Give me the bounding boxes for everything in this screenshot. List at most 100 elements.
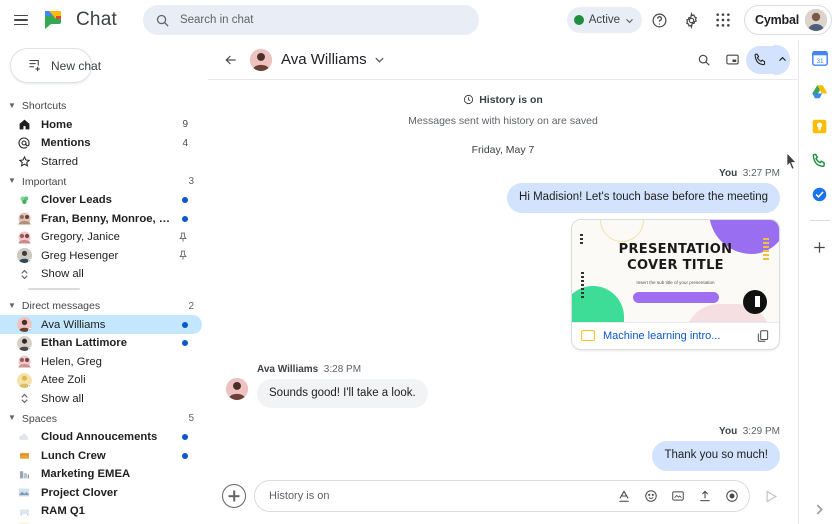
sidebar-item-clover-leads[interactable]: Clover Leads <box>0 191 202 210</box>
drive-attach-icon[interactable] <box>725 489 739 503</box>
back-arrow-icon[interactable] <box>218 47 244 73</box>
sidebar-item-label: Cloud Annoucements <box>41 431 158 444</box>
sidebar-item-helen-greg[interactable]: Helen, Greg <box>0 352 202 371</box>
emoji-icon[interactable] <box>644 489 658 503</box>
section-title: Spaces <box>21 412 57 425</box>
conversation-avatar <box>250 48 272 71</box>
message-input[interactable]: History is on <box>254 480 750 512</box>
history-title: History is on <box>479 93 543 106</box>
slide-preview: PRESENTATION COVER TITLE Insert the sub … <box>572 219 779 322</box>
attachment-file-name[interactable]: Machine learning intro... <box>603 330 720 342</box>
copy-link-icon[interactable] <box>756 329 770 343</box>
call-icon[interactable] <box>746 45 774 74</box>
sidebar-item-greg-hesenger[interactable]: Greg Hesenger <box>0 246 202 265</box>
search-in-conversation-icon[interactable] <box>690 46 718 74</box>
sidebar-item-label: RAM Q1 <box>41 505 85 518</box>
sidebar-item-label: Fran, Benny, Monroe, Vin... <box>41 212 176 225</box>
side-panel-rail: 31 <box>798 40 840 524</box>
chevron-down-icon: ▼ <box>8 300 16 310</box>
sidebar-item-ram-q1[interactable]: RAM Q1 <box>0 502 202 521</box>
open-in-new-window-icon[interactable] <box>718 46 746 74</box>
sidebar-item-label: Ethan Lattimore <box>41 337 127 350</box>
sidebar-item-group-fran[interactable]: Fran, Benny, Monroe, Vin... <box>0 209 202 228</box>
gear-icon[interactable] <box>676 5 706 35</box>
message-text: Thank you so much! <box>652 441 780 471</box>
search-input[interactable]: Search in chat <box>142 5 479 35</box>
google-keep-icon[interactable] <box>810 116 830 136</box>
sidebar-item-fireside-chats[interactable]: W Fireside chats <box>0 520 202 524</box>
message-author: You <box>719 426 738 438</box>
section-count: 5 <box>188 413 194 425</box>
message-meta: You 3:27 PM <box>719 168 780 179</box>
svg-text:31: 31 <box>816 58 824 65</box>
app-body: New chat ▼ Shortcuts Home 9 Mentions 4 S… <box>0 40 840 524</box>
sidebar-item-group-gregory-janice[interactable]: Gregory, Janice <box>0 228 202 247</box>
chevron-right-icon[interactable] <box>813 503 826 516</box>
sidebar-item-lunch-crew[interactable]: Lunch Crew <box>0 446 202 465</box>
plus-circle-icon[interactable] <box>222 484 246 508</box>
sidebar-item-label: Mentions <box>41 137 91 150</box>
hamburger-icon[interactable] <box>6 5 36 35</box>
decoration-square <box>602 295 610 304</box>
format-text-icon[interactable] <box>617 489 631 503</box>
chevron-down-icon: ▼ <box>8 413 16 423</box>
add-app-button[interactable] <box>810 237 830 257</box>
google-tasks-icon[interactable] <box>810 184 830 204</box>
slide-title-line2: COVER TITLE <box>627 257 724 273</box>
chevron-down-icon: ▼ <box>8 100 16 110</box>
message-input-placeholder: History is on <box>269 490 330 502</box>
sidebar-item-ava-williams[interactable]: Ava Williams <box>0 315 202 334</box>
sidebar-item-label: Show all <box>41 268 84 281</box>
avatar <box>805 9 827 31</box>
message-incoming: Ava Williams 3:28 PM Sounds good! I'll t… <box>226 364 780 409</box>
slide-title-line1: PRESENTATION <box>618 241 733 257</box>
apps-grid-icon[interactable] <box>708 5 738 35</box>
sidebar-item-marketing-emea[interactable]: Marketing EMEA <box>0 465 202 484</box>
decoration-dots-2 <box>581 271 584 300</box>
upload-file-icon[interactable] <box>698 489 712 503</box>
expand-icon <box>16 393 32 404</box>
help-icon[interactable] <box>644 5 674 35</box>
decoration-circle <box>600 219 644 242</box>
section-header-spaces[interactable]: ▼ Spaces 5 <box>0 408 208 428</box>
new-chat-label: New chat <box>51 58 102 73</box>
search-placeholder: Search in chat <box>179 14 254 26</box>
google-voice-icon[interactable] <box>810 150 830 170</box>
chevron-down-icon[interactable] <box>374 54 385 65</box>
space-avatar <box>16 449 32 462</box>
attachment-card[interactable]: PRESENTATION COVER TITLE Insert the sub … <box>571 218 780 350</box>
section-header-shortcuts[interactable]: ▼ Shortcuts <box>0 95 208 115</box>
status-badge[interactable]: Active <box>566 7 643 33</box>
attachment-card-footer: Machine learning intro... <box>572 321 779 349</box>
status-label: Active <box>588 14 621 26</box>
gif-icon[interactable] <box>671 489 685 503</box>
sidebar-item-project-clover[interactable]: Project Clover <box>0 483 202 502</box>
sidebar-item-starred[interactable]: Starred <box>0 152 202 171</box>
google-calendar-icon[interactable]: 31 <box>810 48 830 68</box>
sidebar-item-ethan-lattimore[interactable]: Ethan Lattimore <box>0 334 202 353</box>
space-avatar <box>16 486 32 499</box>
sidebar-item-label: Ava Williams <box>41 318 106 331</box>
unread-count: 9 <box>182 119 188 131</box>
google-drive-icon[interactable] <box>810 82 830 102</box>
top-app-bar: Chat Search in chat Active Cymbal <box>0 0 840 40</box>
sidebar-item-home[interactable]: Home 9 <box>0 115 202 134</box>
new-chat-button[interactable]: New chat <box>10 48 101 84</box>
sidebar-item-label: Atee Zoli <box>41 374 86 387</box>
google-slides-icon <box>581 330 595 342</box>
section-header-important[interactable]: ▼ Important 3 <box>0 171 208 191</box>
page-title: Ava Williams <box>281 51 367 68</box>
sidebar-item-atee-zoli[interactable]: Atee Zoli <box>0 371 202 390</box>
sidebar-item-mentions[interactable]: Mentions 4 <box>0 134 202 153</box>
chevron-up-icon[interactable] <box>774 44 790 75</box>
send-icon[interactable] <box>758 483 784 509</box>
conversation-header-actions <box>690 44 790 75</box>
account-switcher[interactable]: Cymbal <box>744 5 832 35</box>
history-clock-icon <box>463 94 474 105</box>
group-avatar <box>16 354 32 369</box>
sidebar-item-show-all-important[interactable]: Show all <box>0 265 202 284</box>
sidebar-item-cloud-annoucements[interactable]: Cloud Annoucements <box>0 428 202 447</box>
section-header-direct-messages[interactable]: ▼ Direct messages 2 <box>0 295 208 315</box>
sidebar-item-show-all-dms[interactable]: Show all <box>0 389 202 408</box>
group-avatar <box>16 230 32 245</box>
